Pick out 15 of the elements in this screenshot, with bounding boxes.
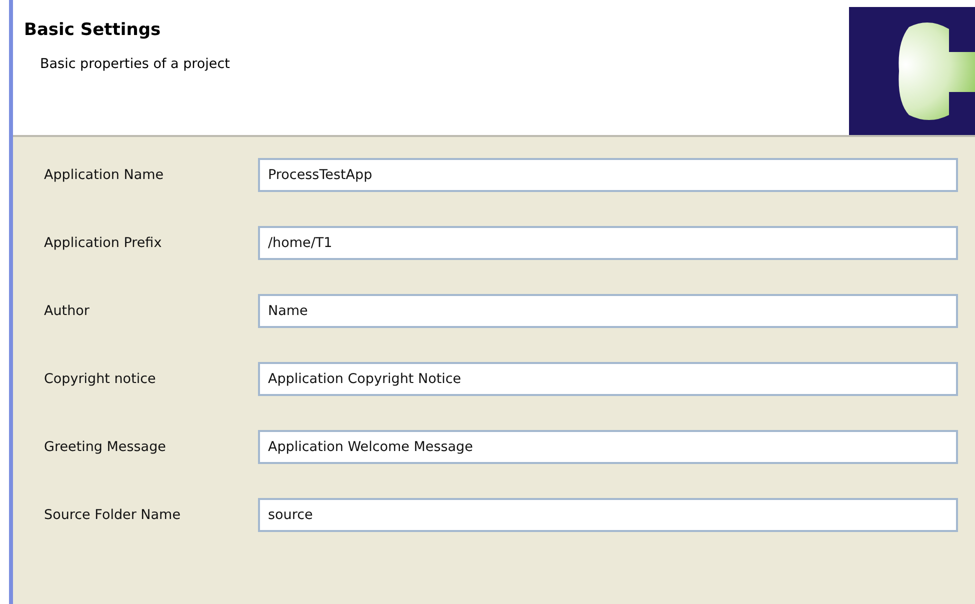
- field-label: Greeting Message: [44, 439, 167, 455]
- input-field[interactable]: source: [258, 498, 958, 532]
- input-field[interactable]: ProcessTestApp: [258, 158, 958, 192]
- input-field[interactable]: Application Copyright Notice: [258, 362, 958, 396]
- field-label: Application Name: [44, 167, 165, 183]
- logo-icon: [849, 7, 975, 135]
- page-title: Basic Settings: [24, 20, 162, 40]
- input-field[interactable]: Application Welcome Message: [258, 430, 958, 464]
- field-label: Author: [44, 303, 90, 319]
- field-label: Source Folder Name: [44, 507, 182, 523]
- field-label: Application Prefix: [44, 235, 163, 251]
- input-field[interactable]: /home/T1: [258, 226, 958, 260]
- input-field[interactable]: Name: [258, 294, 958, 328]
- page-description: Basic properties of a project: [40, 56, 231, 72]
- field-label: Copyright notice: [44, 371, 157, 387]
